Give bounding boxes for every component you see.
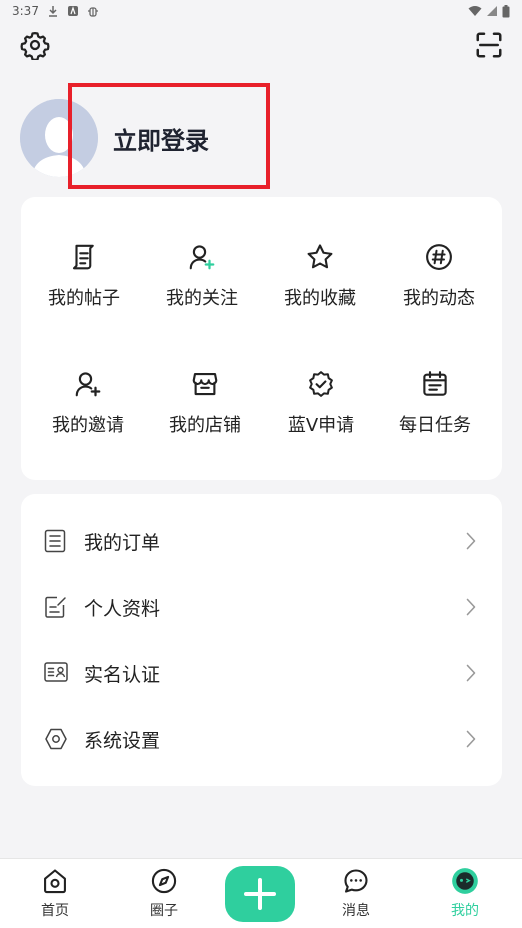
grid-label: 每日任务: [399, 415, 471, 436]
grid-item-my-activity[interactable]: 我的动态: [379, 242, 499, 332]
list-item-label: 系统设置: [84, 729, 161, 752]
grid-item-my-store[interactable]: 我的店铺: [145, 369, 265, 459]
grid-item-my-posts[interactable]: 我的帖子: [24, 242, 144, 332]
tab-label: 消息: [342, 903, 370, 919]
store-icon: [192, 372, 218, 396]
verified-badge-icon: [309, 371, 333, 397]
status-left: 3:37: [12, 4, 99, 18]
order-icon: [44, 529, 66, 553]
app-notification-icon: [67, 6, 78, 16]
tab-label: 首页: [41, 903, 69, 919]
id-card-icon: [44, 662, 68, 682]
highlight-box: [68, 83, 270, 189]
grid-label: 我的动态: [403, 288, 475, 309]
tab-label: 圈子: [150, 903, 178, 919]
grid-item-daily-tasks[interactable]: 每日任务: [375, 369, 495, 459]
scan-button[interactable]: [474, 30, 504, 60]
feature-grid-card: 我的帖子 我的关注 我的收藏 我的动态 我的邀请 我的店铺 蓝V申请 每日任务: [21, 197, 502, 480]
list-item-label: 实名认证: [84, 663, 161, 686]
chevron-right-icon: [466, 598, 476, 616]
edit-profile-icon: [45, 596, 66, 618]
grid-item-my-favorites[interactable]: 我的收藏: [260, 242, 380, 332]
hashtag-icon: [426, 244, 452, 270]
download-icon: [48, 6, 57, 17]
gear-icon: [20, 32, 50, 60]
tab-circles[interactable]: 圈子: [124, 867, 204, 920]
battery-icon: [502, 4, 510, 17]
grid-label: 我的帖子: [48, 288, 120, 309]
wifi-icon: [468, 6, 482, 16]
tab-messages[interactable]: 消息: [316, 867, 396, 920]
grid-label: 蓝V申请: [287, 415, 355, 436]
grid-label: 我的店铺: [169, 415, 241, 436]
hexagon-settings-icon: [45, 728, 67, 750]
list-item-my-orders[interactable]: 我的订单: [21, 508, 502, 574]
message-icon: [344, 869, 368, 893]
follow-user-icon: [189, 245, 215, 270]
compass-icon: [151, 868, 177, 894]
signal-icon: [487, 6, 497, 16]
list-item-label: 个人资料: [84, 597, 161, 620]
menu-list-card: 我的订单 个人资料 实名认证 系统设置: [21, 494, 502, 786]
grid-label: 我的收藏: [284, 288, 356, 309]
grid-label: 我的邀请: [52, 415, 124, 436]
grid-item-blue-v-apply[interactable]: 蓝V申请: [261, 369, 381, 459]
status-time: 3:37: [12, 4, 39, 18]
plus-icon: [244, 878, 276, 910]
star-icon: [307, 244, 333, 269]
tab-mine[interactable]: 我的: [425, 867, 505, 920]
chevron-right-icon: [466, 730, 476, 748]
chevron-right-icon: [466, 532, 476, 550]
scan-icon: [476, 32, 502, 58]
list-item-label: 我的订单: [84, 531, 161, 554]
calendar-icon: [423, 371, 447, 396]
tab-home[interactable]: 首页: [15, 867, 95, 920]
list-item-system-settings[interactable]: 系统设置: [21, 706, 502, 772]
grid-item-my-follows[interactable]: 我的关注: [142, 242, 262, 332]
status-bar: 3:37: [0, 0, 522, 22]
home-icon: [44, 869, 66, 894]
post-icon: [72, 244, 94, 270]
list-item-profile[interactable]: 个人资料: [21, 574, 502, 640]
settings-button[interactable]: [20, 30, 50, 60]
profile-face-icon: [452, 868, 478, 894]
status-right: [468, 4, 510, 18]
grid-item-my-invites[interactable]: 我的邀请: [28, 369, 148, 459]
bug-icon: [87, 7, 98, 17]
tab-label: 我的: [451, 903, 479, 919]
chevron-right-icon: [466, 664, 476, 682]
list-item-real-name-verification[interactable]: 实名认证: [21, 640, 502, 706]
grid-label: 我的关注: [166, 288, 238, 309]
create-post-button[interactable]: [225, 866, 295, 922]
invite-user-icon: [75, 372, 101, 397]
